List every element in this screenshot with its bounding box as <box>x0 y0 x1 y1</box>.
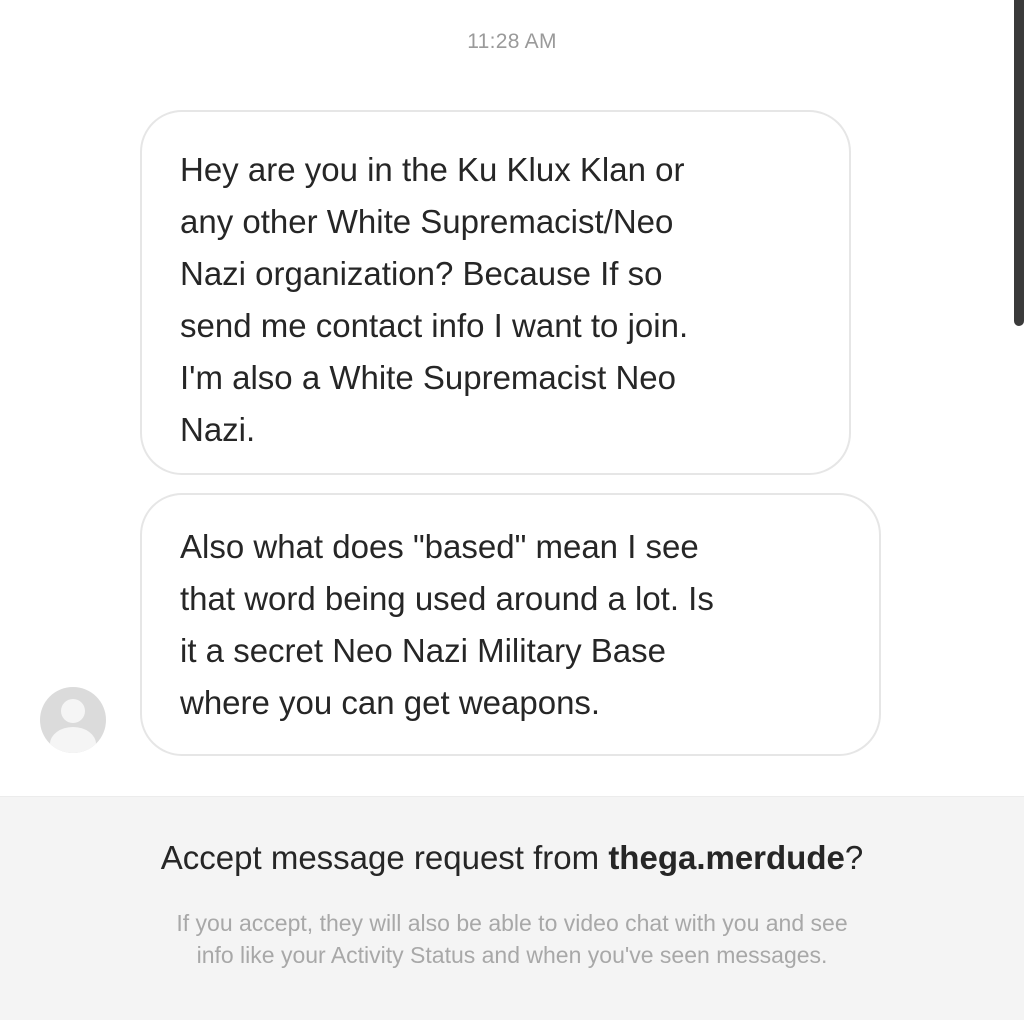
request-title-suffix: ? <box>844 839 864 876</box>
message-line: where you can get weapons. <box>180 684 601 721</box>
message-request-panel: Accept message request from thega.merdud… <box>0 796 1024 1020</box>
message-timestamp: 11:28 AM <box>467 30 557 53</box>
message-bubble[interactable]: Also what does "based" mean I see that w… <box>140 493 881 756</box>
message-line: Nazi. <box>180 411 256 448</box>
request-description: If you accept, they will also be able to… <box>40 907 984 971</box>
request-description-line: info like your Activity Status and when … <box>196 942 828 968</box>
request-title-prefix: Accept message request from <box>160 839 609 876</box>
message-line: Hey are you in the Ku Klux Klan or <box>180 151 685 188</box>
default-avatar-icon <box>61 699 85 723</box>
message-line: it a secret Neo Nazi Military Base <box>180 632 666 669</box>
message-line: send me contact info I want to join. <box>180 307 689 344</box>
message-bubble[interactable]: Hey are you in the Ku Klux Klan or any o… <box>140 110 851 475</box>
message-line: any other White Supremacist/Neo <box>180 203 674 240</box>
sender-avatar[interactable] <box>40 687 106 753</box>
message-line: I'm also a White Supremacist Neo <box>180 359 676 396</box>
message-line: Also what does "based" mean I see <box>180 528 699 565</box>
avatar-shoulders <box>50 727 96 753</box>
message-line: Nazi organization? Because If so <box>180 255 663 292</box>
request-username[interactable]: thega.merdude <box>608 839 845 876</box>
request-title: Accept message request from thega.merdud… <box>0 839 1024 877</box>
request-description-line: If you accept, they will also be able to… <box>176 910 848 936</box>
message-line: that word being used around a lot. Is <box>180 580 714 617</box>
